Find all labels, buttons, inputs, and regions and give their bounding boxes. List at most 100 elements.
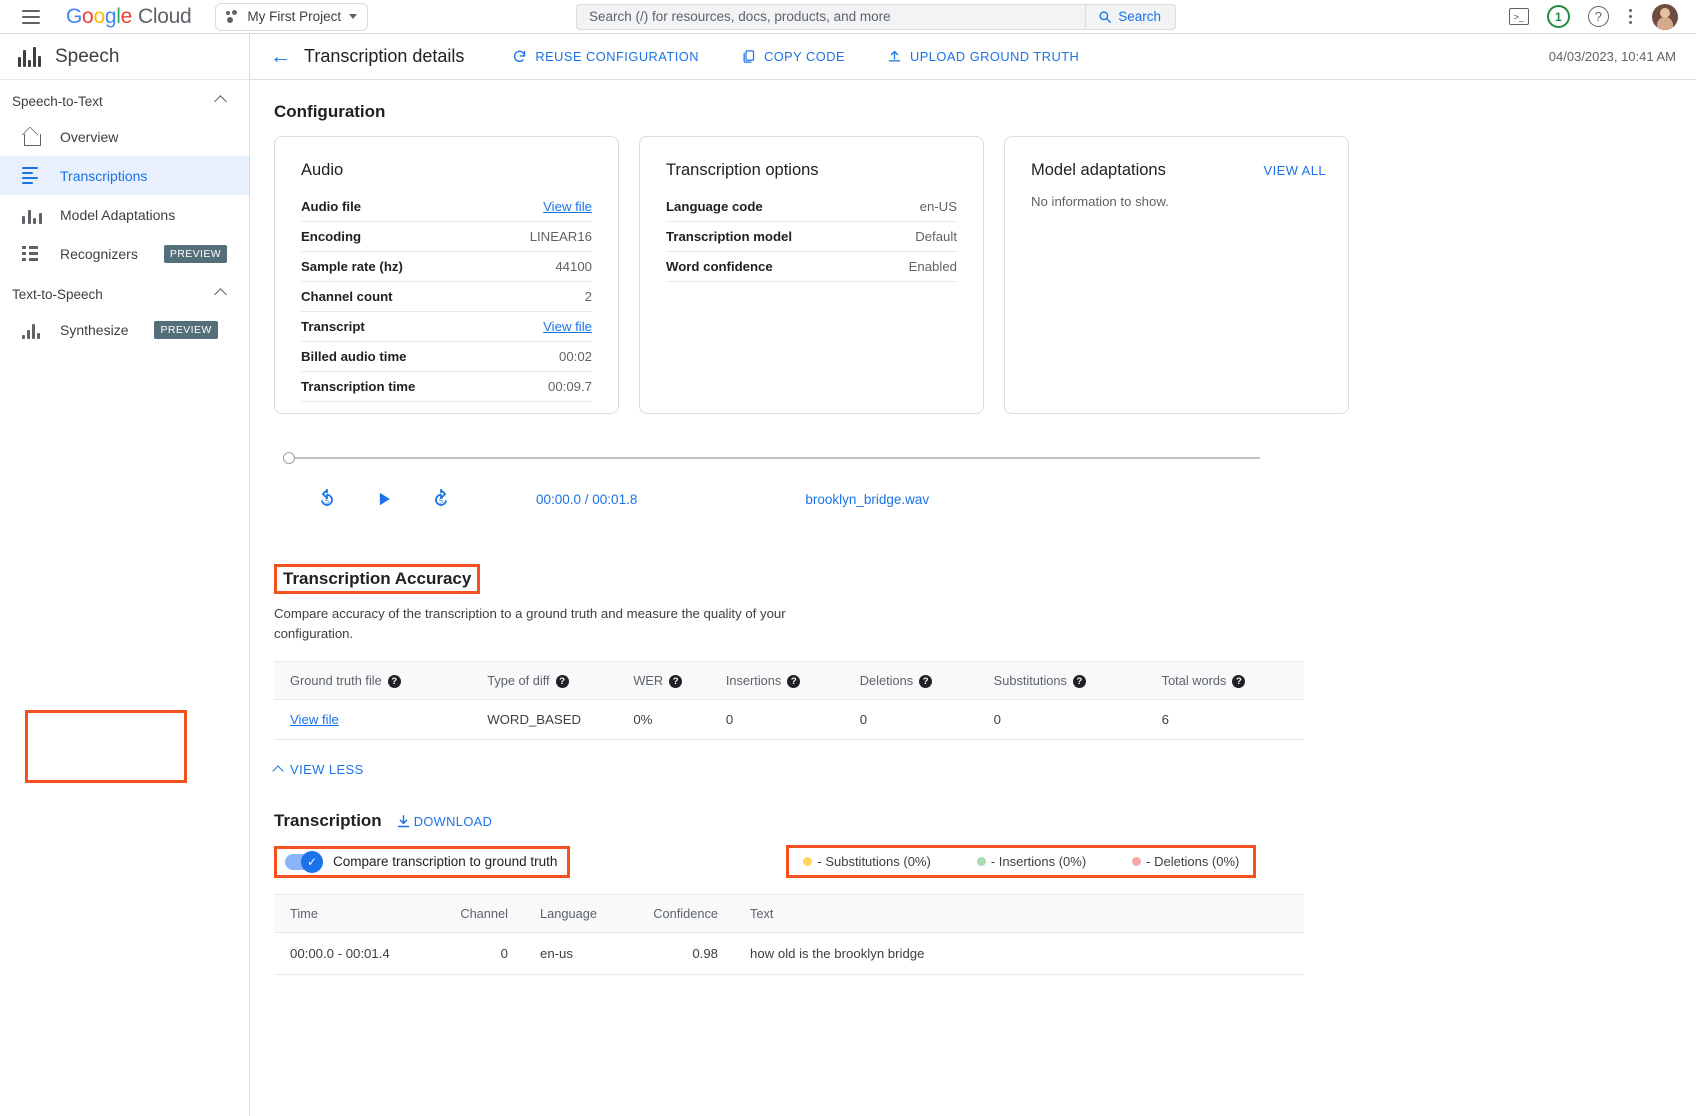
accuracy-table: Ground truth file? Type of diff? WER? In…	[274, 661, 1304, 740]
search-input[interactable]	[577, 5, 1085, 29]
audio-file-name[interactable]: brooklyn_bridge.wav	[805, 492, 929, 507]
help-tooltip-icon[interactable]: ?	[1232, 675, 1245, 688]
help-tooltip-icon[interactable]: ?	[556, 675, 569, 688]
scroll-content: Configuration Audio Audio fileView file …	[250, 80, 1696, 1116]
project-icon	[226, 10, 239, 23]
preview-badge: PREVIEW	[154, 321, 217, 339]
download-label: DOWNLOAD	[414, 814, 493, 829]
cloud-shell-icon[interactable]: >_	[1509, 8, 1529, 25]
sidebar-item-label: Recognizers	[60, 246, 138, 262]
reuse-configuration-button[interactable]: REUSE CONFIGURATION	[512, 49, 699, 64]
playback-controls: 5 5 00:00.0 / 00:01.8	[274, 488, 1672, 510]
column-label: WER	[633, 673, 663, 688]
help-icon[interactable]: ?	[1588, 6, 1609, 27]
progress-handle[interactable]	[283, 452, 295, 464]
column-confidence: Confidence	[624, 895, 734, 933]
accuracy-description: Compare accuracy of the transcription to…	[274, 604, 794, 645]
download-button[interactable]: DOWNLOAD	[396, 814, 493, 829]
legend-item-substitutions: - Substitutions (0%)	[803, 854, 930, 869]
playback-progress-slider[interactable]	[288, 450, 1260, 466]
home-icon	[22, 128, 42, 146]
page-timestamp: 04/03/2023, 10:41 AM	[1549, 49, 1676, 64]
audio-card: Audio Audio fileView file EncodingLINEAR…	[274, 136, 619, 414]
progress-track	[288, 457, 1260, 459]
replay-5-button[interactable]: 5	[316, 488, 338, 510]
notifications-badge[interactable]: 1	[1547, 5, 1570, 28]
cell-total-words: 6	[1146, 700, 1304, 740]
replay-5-icon: 5	[316, 488, 338, 510]
help-tooltip-icon[interactable]: ?	[1073, 675, 1086, 688]
row-value: en-US	[876, 192, 957, 222]
play-button[interactable]	[374, 489, 394, 509]
row-key: Language code	[666, 192, 876, 222]
hamburger-menu-icon[interactable]	[18, 4, 44, 30]
search-button[interactable]: Search	[1085, 5, 1175, 29]
row-key: Sample rate (hz)	[301, 252, 489, 282]
upload-icon	[887, 49, 902, 64]
copy-icon	[741, 49, 756, 64]
cell-time: 00:00.0 - 00:01.4	[274, 933, 424, 975]
forward-5-icon: 5	[430, 488, 452, 510]
row-key: Transcription time	[301, 372, 489, 402]
accuracy-heading: Transcription Accuracy	[274, 564, 480, 594]
column-substitutions: Substitutions?	[978, 661, 1146, 699]
table-row: Language codeen-US	[666, 192, 957, 222]
ground-truth-view-link[interactable]: View file	[290, 712, 339, 727]
table-row: Channel count2	[301, 282, 592, 312]
sidebar-section-text-to-speech[interactable]: Text-to-Speech	[0, 273, 249, 310]
column-time: Time	[274, 895, 424, 933]
transcription-header-row: Transcription DOWNLOAD	[274, 811, 1672, 831]
search-button-label: Search	[1118, 9, 1161, 24]
google-cloud-logo[interactable]: Google Cloud	[66, 5, 191, 29]
help-tooltip-icon[interactable]: ?	[787, 675, 800, 688]
sidebar-item-synthesize[interactable]: Synthesize PREVIEW	[0, 310, 249, 349]
audio-player: 5 5 00:00.0 / 00:01.8	[274, 450, 1672, 510]
options-card-title: Transcription options	[666, 161, 957, 180]
sidebar-item-recognizers[interactable]: Recognizers PREVIEW	[0, 234, 249, 273]
forward-5-button[interactable]: 5	[430, 488, 452, 510]
view-less-button[interactable]: VIEW LESS	[274, 762, 1672, 777]
chevron-up-icon	[214, 95, 227, 108]
back-arrow-icon[interactable]: ←	[270, 45, 296, 69]
column-ground-truth-file: Ground truth file?	[274, 661, 471, 699]
table-row: 00:00.0 - 00:01.4 0 en-us 0.98 how old i…	[274, 933, 1304, 975]
compare-and-legend-row: ✓ Compare transcription to ground truth …	[274, 845, 1672, 878]
help-glyph: ?	[1595, 9, 1602, 24]
table-row: EncodingLINEAR16	[301, 222, 592, 252]
sidebar-item-overview[interactable]: Overview	[0, 117, 249, 156]
column-type-of-diff: Type of diff?	[471, 661, 617, 699]
copy-code-button[interactable]: COPY CODE	[741, 49, 845, 64]
upload-ground-truth-button[interactable]: UPLOAD GROUND TRUTH	[887, 49, 1079, 64]
view-all-button[interactable]: VIEW ALL	[1264, 163, 1326, 178]
cell-wer: 0%	[617, 700, 710, 740]
product-title: Speech	[55, 46, 119, 68]
compare-toggle-container[interactable]: ✓ Compare transcription to ground truth	[274, 846, 570, 878]
column-wer: WER?	[617, 661, 710, 699]
row-value: 00:09.7	[489, 372, 592, 402]
sidebar-item-transcriptions[interactable]: Transcriptions	[0, 156, 249, 195]
column-label: Ground truth file	[290, 673, 382, 688]
column-label: Insertions	[726, 673, 781, 688]
help-tooltip-icon[interactable]: ?	[388, 675, 401, 688]
avatar[interactable]	[1652, 4, 1678, 30]
deletions-color-swatch	[1132, 857, 1141, 866]
project-selector[interactable]: My First Project	[215, 3, 368, 31]
audio-file-view-link[interactable]: View file	[543, 199, 592, 214]
help-tooltip-icon[interactable]: ?	[919, 675, 932, 688]
column-label: Substitutions	[994, 673, 1067, 688]
table-row: View file WORD_BASED 0% 0 0 0 6	[274, 700, 1304, 740]
column-label: Total words	[1162, 673, 1227, 688]
chevron-up-icon	[272, 765, 283, 776]
row-value: View file	[489, 192, 592, 222]
global-search[interactable]: Search	[576, 4, 1176, 30]
project-name: My First Project	[247, 9, 341, 24]
table-row: Transcription modelDefault	[666, 222, 957, 252]
transcript-view-link[interactable]: View file	[543, 319, 592, 334]
help-tooltip-icon[interactable]: ?	[669, 675, 682, 688]
sidebar-section-speech-to-text[interactable]: Speech-to-Text	[0, 80, 249, 117]
legend-label: - Substitutions (0%)	[817, 854, 930, 869]
sidebar-item-model-adaptations[interactable]: Model Adaptations	[0, 195, 249, 234]
more-options-icon[interactable]	[1627, 7, 1634, 26]
compare-toggle[interactable]: ✓	[285, 854, 321, 870]
bars-icon	[22, 206, 42, 224]
